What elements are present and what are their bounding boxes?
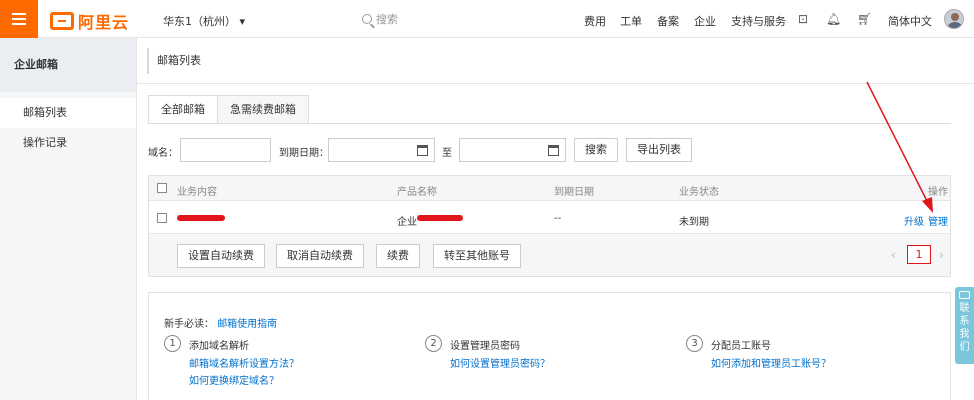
beginner-guide: 新手必读： 邮箱使用指南 1 添加域名解析 邮箱域名解析设置方法？ 如何更换绑定… bbox=[148, 292, 951, 400]
guide-title: 新手必读： 邮箱使用指南 bbox=[164, 319, 278, 330]
region-selector[interactable]: 华东1（杭州） ▾ bbox=[163, 13, 245, 29]
cancel-auto-renew-button[interactable]: 取消自动续费 bbox=[276, 244, 364, 268]
filter-bar: 域名： 到期日期： 至 搜索 导出列表 bbox=[148, 138, 948, 162]
guide-link[interactable]: 邮箱使用指南 bbox=[217, 319, 277, 330]
sidebar-item-mailbox-list[interactable]: 邮箱列表 bbox=[0, 98, 136, 128]
tab-all-mailboxes[interactable]: 全部邮箱 bbox=[148, 95, 218, 124]
manage-link[interactable]: 管理 bbox=[928, 213, 948, 228]
tab-renewal-needed[interactable]: 急需续费邮箱 bbox=[217, 95, 309, 124]
select-all-checkbox[interactable] bbox=[157, 183, 167, 193]
calendar-icon[interactable] bbox=[417, 145, 428, 156]
bell-icon[interactable]: 🔔︎ bbox=[826, 12, 841, 26]
search-box[interactable]: 搜索 bbox=[362, 11, 398, 27]
top-navbar: 阿里云 华东1（杭州） ▾ 搜索 费用 工单 备案 企业 支持与服务 ⊡ 🔔︎ … bbox=[0, 0, 974, 38]
table-row: 企业 -- 未到期 升级 管理 bbox=[149, 202, 950, 234]
language-selector[interactable]: 简体中文 bbox=[888, 13, 932, 29]
upgrade-link[interactable]: 升级 bbox=[904, 213, 924, 228]
sidebar-item-operation-log[interactable]: 操作记录 bbox=[0, 128, 136, 158]
end-date-input[interactable] bbox=[459, 138, 566, 162]
menu-icon[interactable] bbox=[0, 0, 38, 38]
nav-support[interactable]: 支持与服务 bbox=[731, 13, 786, 29]
column-header: 业务状态 bbox=[679, 187, 719, 198]
table-footer: 设置自动续费 取消自动续费 续费 转至其他账号 ‹ 1 › bbox=[149, 234, 950, 276]
guide-link[interactable]: 如何设置管理员密码？ bbox=[450, 355, 550, 370]
tab-bar: 全部邮箱 急需续费邮箱 bbox=[148, 95, 309, 124]
terminal-icon[interactable]: ⊡ bbox=[796, 12, 810, 26]
prev-page-icon[interactable]: ‹ bbox=[891, 248, 896, 262]
renew-button[interactable]: 续费 bbox=[376, 244, 420, 268]
guide-link[interactable]: 如何更换绑定域名？ bbox=[189, 372, 279, 387]
aliyun-logo-icon bbox=[50, 12, 74, 30]
nav-tickets[interactable]: 工单 bbox=[620, 13, 642, 29]
avatar[interactable] bbox=[944, 9, 964, 29]
product-name: 企业 bbox=[397, 217, 417, 228]
search-button[interactable]: 搜索 bbox=[574, 138, 618, 162]
nav-icp[interactable]: 备案 bbox=[657, 13, 679, 29]
sidebar-title: 企业邮箱 bbox=[0, 38, 136, 92]
cart-icon[interactable]: 🛒︎ bbox=[857, 12, 872, 26]
column-header: 到期日期 bbox=[554, 187, 594, 198]
next-page-icon[interactable]: › bbox=[939, 248, 944, 262]
logo[interactable]: 阿里云 bbox=[50, 9, 129, 33]
guide-link[interactable]: 邮箱域名解析设置方法？ bbox=[189, 355, 299, 370]
export-button[interactable]: 导出列表 bbox=[626, 138, 692, 162]
column-header: 业务内容 bbox=[177, 187, 217, 198]
expiry-date: -- bbox=[554, 213, 562, 224]
table-header: 业务内容 产品名称 到期日期 业务状态 操作 bbox=[149, 176, 950, 201]
main-content: 邮箱列表 全部邮箱 急需续费邮箱 域名： 到期日期： 至 搜索 导出列表 业务内… bbox=[137, 38, 974, 400]
domain-input[interactable] bbox=[180, 138, 271, 162]
page-title: 邮箱列表 bbox=[147, 48, 201, 74]
contact-us-tab[interactable]: 联 系 我 们 bbox=[955, 287, 974, 364]
redaction-mark bbox=[417, 215, 463, 221]
transfer-account-button[interactable]: 转至其他账号 bbox=[433, 244, 521, 268]
current-page[interactable]: 1 bbox=[907, 245, 931, 264]
to-label: 至 bbox=[442, 148, 452, 159]
domain-label: 域名： bbox=[148, 148, 178, 159]
column-header: 操作 bbox=[928, 187, 948, 198]
date-label: 到期日期： bbox=[279, 148, 329, 159]
sidebar: 企业邮箱 邮箱列表 操作记录 bbox=[0, 38, 137, 400]
nav-fees[interactable]: 费用 bbox=[584, 13, 606, 29]
divider bbox=[137, 83, 974, 84]
nav-enterprise[interactable]: 企业 bbox=[694, 13, 716, 29]
auto-renew-button[interactable]: 设置自动续费 bbox=[177, 244, 265, 268]
column-header: 产品名称 bbox=[397, 187, 437, 198]
divider bbox=[148, 123, 951, 124]
calendar-icon[interactable] bbox=[548, 145, 559, 156]
chat-icon bbox=[959, 291, 970, 299]
search-icon bbox=[362, 14, 372, 24]
row-checkbox[interactable] bbox=[157, 213, 167, 223]
start-date-input[interactable] bbox=[328, 138, 435, 162]
guide-link[interactable]: 如何添加和管理员工账号？ bbox=[711, 355, 831, 370]
redaction-mark bbox=[177, 215, 225, 221]
status: 未到期 bbox=[679, 217, 709, 228]
mailbox-table: 业务内容 产品名称 到期日期 业务状态 操作 企业 -- 未到期 升级 管理 设… bbox=[148, 175, 951, 277]
